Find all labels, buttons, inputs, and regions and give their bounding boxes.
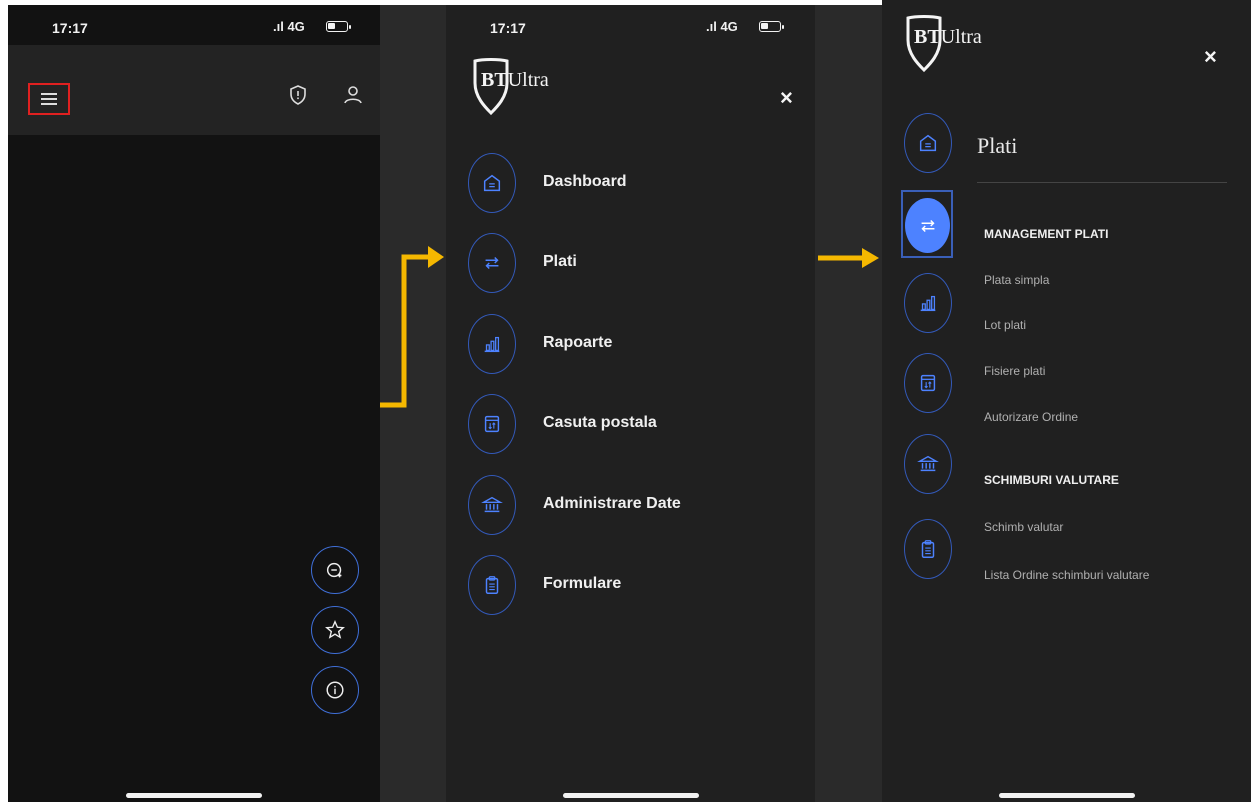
section-heading: SCHIMBURI VALUTARE (984, 473, 1119, 487)
menu-item-dashboard[interactable]: Dashboard (468, 153, 798, 213)
mailbox-icon (920, 374, 936, 392)
status-time: 17:17 (52, 20, 88, 36)
submenu-title: Plati (977, 133, 1018, 158)
transfer-icon (485, 256, 499, 270)
home-icon (919, 134, 937, 152)
menu-item-administrare-date[interactable]: Administrare Date (468, 475, 798, 535)
bank-icon (481, 496, 503, 513)
status-bar: 17:17 .ıl 4G (8, 5, 380, 45)
flow-arrow-2 (818, 248, 879, 268)
submenu-item-plata-simpla[interactable]: Plata simpla (984, 273, 1049, 287)
menu-item-formulare[interactable]: Formulare (468, 555, 798, 615)
user-icon[interactable] (341, 83, 365, 107)
submenu-item-fisiere-plati[interactable]: Fisiere plati (984, 364, 1045, 378)
nav-icon-plati-active[interactable] (905, 198, 950, 253)
nav-icon-formulare[interactable] (904, 519, 952, 579)
logo-text: BTUltra (481, 69, 549, 91)
submenu-item-schimb-valutar[interactable]: Schimb valutar (984, 520, 1063, 534)
home-indicator (998, 793, 1135, 798)
separator (815, 5, 882, 802)
signal-indicator: .ıl 4G (706, 19, 738, 34)
bt-ultra-logo: BTUltra (904, 14, 1004, 74)
close-button[interactable]: × (1204, 44, 1217, 70)
battery-icon (326, 21, 351, 32)
screen-menu: 17:17 .ıl 4G BTUltra × Dashboard Plati R… (446, 5, 815, 802)
flow-arrow-1 (380, 246, 444, 408)
chat-add-icon (326, 562, 342, 578)
app-header (8, 45, 380, 135)
menu-item-label: Administrare Date (543, 495, 681, 512)
transfer-icon (920, 219, 935, 232)
submenu-item-lista-ordine[interactable]: Lista Ordine schimburi valutare (984, 568, 1149, 582)
network-type: 4G (287, 19, 305, 34)
favorites-button[interactable] (311, 606, 359, 654)
menu-item-label: Dashboard (543, 173, 627, 190)
home-indicator (562, 793, 699, 798)
screen-plati-submenu: BTUltra × Plati MANAGEMENT PLATI Plata s… (882, 0, 1251, 802)
home-icon (483, 174, 501, 192)
signal-indicator: .ıl 4G (273, 19, 305, 34)
menu-item-icon-ring (468, 555, 516, 615)
menu-item-label: Rapoarte (543, 334, 613, 351)
menu-item-rapoarte[interactable]: Rapoarte (468, 314, 798, 374)
logo-text: BTUltra (914, 26, 982, 48)
menu-item-icon-ring (468, 153, 516, 213)
nav-icon-casuta-postala[interactable] (904, 353, 952, 413)
section-heading: MANAGEMENT PLATI (984, 227, 1109, 241)
chat-add-button[interactable] (311, 546, 359, 594)
status-time: 17:17 (490, 20, 526, 36)
mailbox-icon (484, 415, 500, 433)
close-button[interactable]: × (780, 85, 793, 111)
menu-item-label: Plati (543, 253, 577, 270)
menu-icon (41, 93, 57, 105)
divider (977, 182, 1227, 183)
battery-icon (759, 21, 784, 32)
menu-item-icon-ring (468, 314, 516, 374)
info-icon (326, 681, 344, 699)
star-icon (325, 620, 345, 639)
menu-button[interactable] (28, 83, 70, 115)
menu-item-plati[interactable]: Plati (468, 233, 798, 293)
signal-icon: .ıl (273, 19, 288, 34)
chart-icon (920, 295, 936, 312)
menu-item-label: Formulare (543, 575, 622, 592)
info-button[interactable] (311, 666, 359, 714)
nav-icon-administrare-date[interactable] (904, 434, 952, 494)
bt-ultra-logo: BTUltra (471, 57, 571, 117)
signal-icon: .ıl (706, 19, 721, 34)
screen-home: 17:17 .ıl 4G (8, 5, 380, 802)
chart-icon (484, 336, 500, 353)
menu-item-icon-ring (468, 475, 516, 535)
network-type: 4G (720, 19, 738, 34)
nav-icon-rapoarte[interactable] (904, 273, 952, 333)
nav-icon-dashboard[interactable] (904, 113, 952, 173)
menu-item-label: Casuta postala (543, 414, 657, 431)
submenu-item-lot-plati[interactable]: Lot plati (984, 318, 1026, 332)
menu-item-icon-ring (468, 233, 516, 293)
clipboard-icon (485, 576, 499, 594)
shield-alert-icon[interactable] (286, 83, 310, 107)
menu-item-icon-ring (468, 394, 516, 454)
bank-icon (917, 455, 939, 472)
menu-item-casuta-postala[interactable]: Casuta postala (468, 394, 798, 454)
home-indicator (126, 793, 262, 798)
status-bar: 17:17 .ıl 4G (446, 5, 815, 45)
submenu-item-autorizare-ordine[interactable]: Autorizare Ordine (984, 410, 1078, 424)
clipboard-icon (921, 540, 935, 558)
